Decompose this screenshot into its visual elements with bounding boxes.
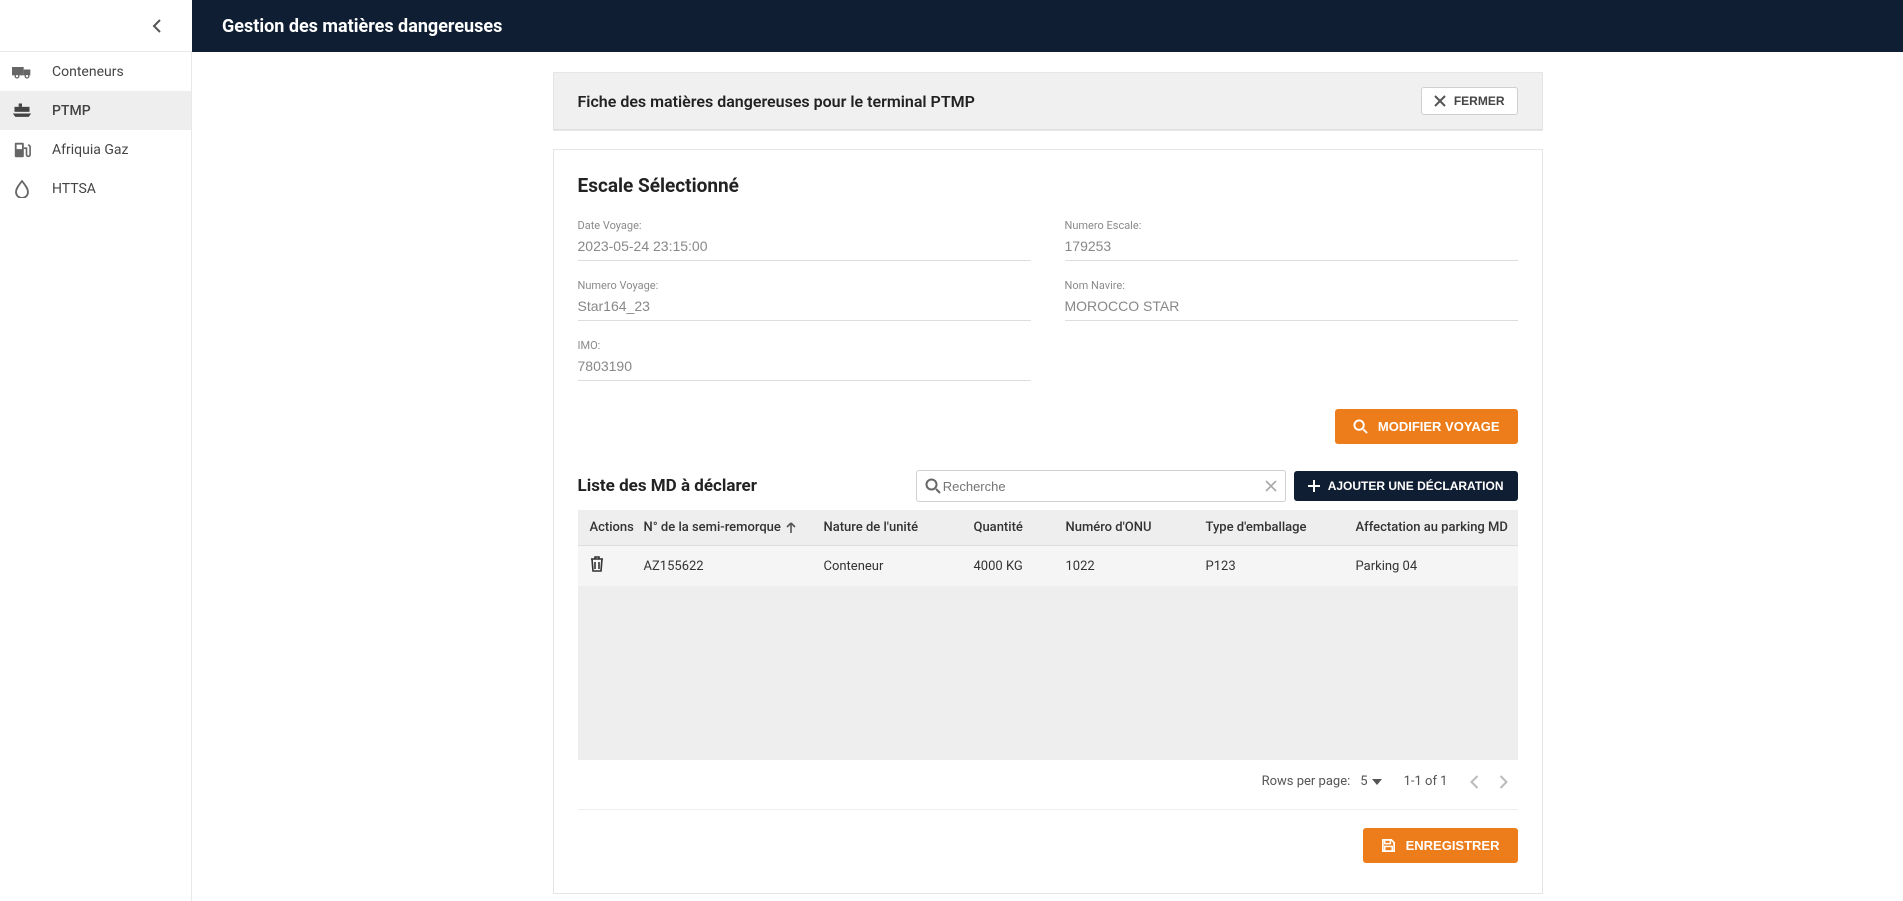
imo-label: IMO: <box>578 339 1031 352</box>
gas-pump-icon <box>12 140 32 160</box>
truck-icon <box>12 62 32 82</box>
list-title: Liste des MD à déclarer <box>578 476 757 496</box>
search-input-wrapper[interactable] <box>916 470 1286 502</box>
save-icon <box>1381 838 1396 853</box>
card-fiche-md: Fiche des matières dangereuses pour le t… <box>553 72 1543 131</box>
numero-voyage-value <box>578 294 1031 321</box>
main-content: Fiche des matières dangereuses pour le t… <box>192 52 1903 901</box>
sidebar-item-label: Conteneurs <box>52 64 124 80</box>
clear-search-button[interactable] <box>1265 480 1277 492</box>
table-header-row: Actions N° de la semi-remorque Nature de… <box>578 510 1518 546</box>
imo-field: IMO: <box>578 339 1031 381</box>
cell-nature: Conteneur <box>824 559 974 574</box>
date-voyage-label: Date Voyage: <box>578 219 1031 232</box>
pagination-range: 1-1 of 1 <box>1404 774 1448 789</box>
chevron-left-icon <box>152 19 162 33</box>
cell-semi: AZ155622 <box>644 559 824 574</box>
escale-form: Date Voyage: Numero Escale: Numero Voyag… <box>578 219 1518 381</box>
imo-value <box>578 354 1031 381</box>
nom-navire-label: Nom Navire: <box>1065 279 1518 292</box>
modifier-voyage-button[interactable]: MODIFIER VOYAGE <box>1335 409 1518 444</box>
col-nature[interactable]: Nature de l'unité <box>824 520 974 535</box>
enregistrer-button[interactable]: ENREGISTRER <box>1363 828 1518 863</box>
col-parking[interactable]: Affectation au parking MD <box>1356 520 1566 535</box>
drop-icon <box>12 179 32 199</box>
col-semi[interactable]: N° de la semi-remorque <box>644 520 824 535</box>
escale-section-title: Escale Sélectionné <box>578 174 1518 197</box>
search-input[interactable] <box>941 478 1265 495</box>
enregistrer-label: ENREGISTRER <box>1406 838 1500 853</box>
sort-asc-icon <box>785 522 797 534</box>
cell-parking: Parking 04 <box>1356 559 1566 574</box>
sidebar-item-ptmp[interactable]: PTMP <box>0 91 191 130</box>
page-title: Gestion des matières dangereuses <box>222 16 502 37</box>
cell-emballage: P123 <box>1206 559 1356 574</box>
separator <box>578 809 1518 810</box>
col-onu[interactable]: Numéro d'ONU <box>1066 520 1206 535</box>
sidebar-item-afriquia-gaz[interactable]: Afriquia Gaz <box>0 130 191 169</box>
nom-navire-field: Nom Navire: <box>1065 279 1518 321</box>
search-icon <box>1353 419 1368 434</box>
sidebar-item-httsa[interactable]: HTTSA <box>0 169 191 208</box>
next-page-button[interactable] <box>1499 775 1508 789</box>
table-row[interactable]: AZ155622 Conteneur 4000 KG 1022 P123 Par… <box>578 546 1518 586</box>
card-header: Fiche des matières dangereuses pour le t… <box>554 73 1542 130</box>
numero-escale-field: Numero Escale: <box>1065 219 1518 261</box>
add-declaration-label: AJOUTER UNE DÉCLARATION <box>1328 479 1504 493</box>
date-voyage-value <box>578 234 1031 261</box>
close-button[interactable]: FERMER <box>1421 87 1518 115</box>
sidebar: Conteneurs PTMP Afriquia Gaz HTTSA <box>0 52 192 901</box>
card-title: Fiche des matières dangereuses pour le t… <box>578 92 975 111</box>
rows-per-page-select[interactable]: 5 <box>1360 774 1381 789</box>
sidebar-item-conteneurs[interactable]: Conteneurs <box>0 52 191 91</box>
cell-onu: 1022 <box>1066 559 1206 574</box>
close-button-label: FERMER <box>1454 94 1505 108</box>
add-declaration-button[interactable]: AJOUTER UNE DÉCLARATION <box>1294 471 1518 501</box>
ferry-icon <box>12 101 32 121</box>
plus-icon <box>1308 480 1320 492</box>
modifier-voyage-label: MODIFIER VOYAGE <box>1378 419 1500 434</box>
nom-navire-value <box>1065 294 1518 321</box>
col-actions: Actions <box>590 520 644 535</box>
close-icon <box>1434 95 1446 107</box>
numero-escale-value <box>1065 234 1518 261</box>
numero-voyage-field: Numero Voyage: <box>578 279 1031 321</box>
rows-per-page-label: Rows per page: <box>1262 774 1351 789</box>
numero-escale-label: Numero Escale: <box>1065 219 1518 232</box>
card-body: Escale Sélectionné Date Voyage: Numero E… <box>553 149 1543 894</box>
collapse-sidebar-button[interactable] <box>0 0 192 52</box>
list-header: Liste des MD à déclarer <box>578 470 1518 502</box>
col-emballage[interactable]: Type d'emballage <box>1206 520 1356 535</box>
delete-row-button[interactable] <box>590 556 604 572</box>
sidebar-item-label: Afriquia Gaz <box>52 142 128 158</box>
date-voyage-field: Date Voyage: <box>578 219 1031 261</box>
cell-quantite: 4000 KG <box>974 559 1066 574</box>
topbar: Gestion des matières dangereuses <box>0 0 1903 52</box>
sidebar-item-label: HTTSA <box>52 181 96 197</box>
chevron-down-icon <box>1372 779 1382 785</box>
md-table: Actions N° de la semi-remorque Nature de… <box>578 510 1518 760</box>
numero-voyage-label: Numero Voyage: <box>578 279 1031 292</box>
col-quantite[interactable]: Quantité <box>974 520 1066 535</box>
prev-page-button[interactable] <box>1470 775 1479 789</box>
sidebar-item-label: PTMP <box>52 103 91 119</box>
search-icon <box>925 478 941 494</box>
table-footer: Rows per page: 5 1-1 of 1 <box>578 760 1518 795</box>
